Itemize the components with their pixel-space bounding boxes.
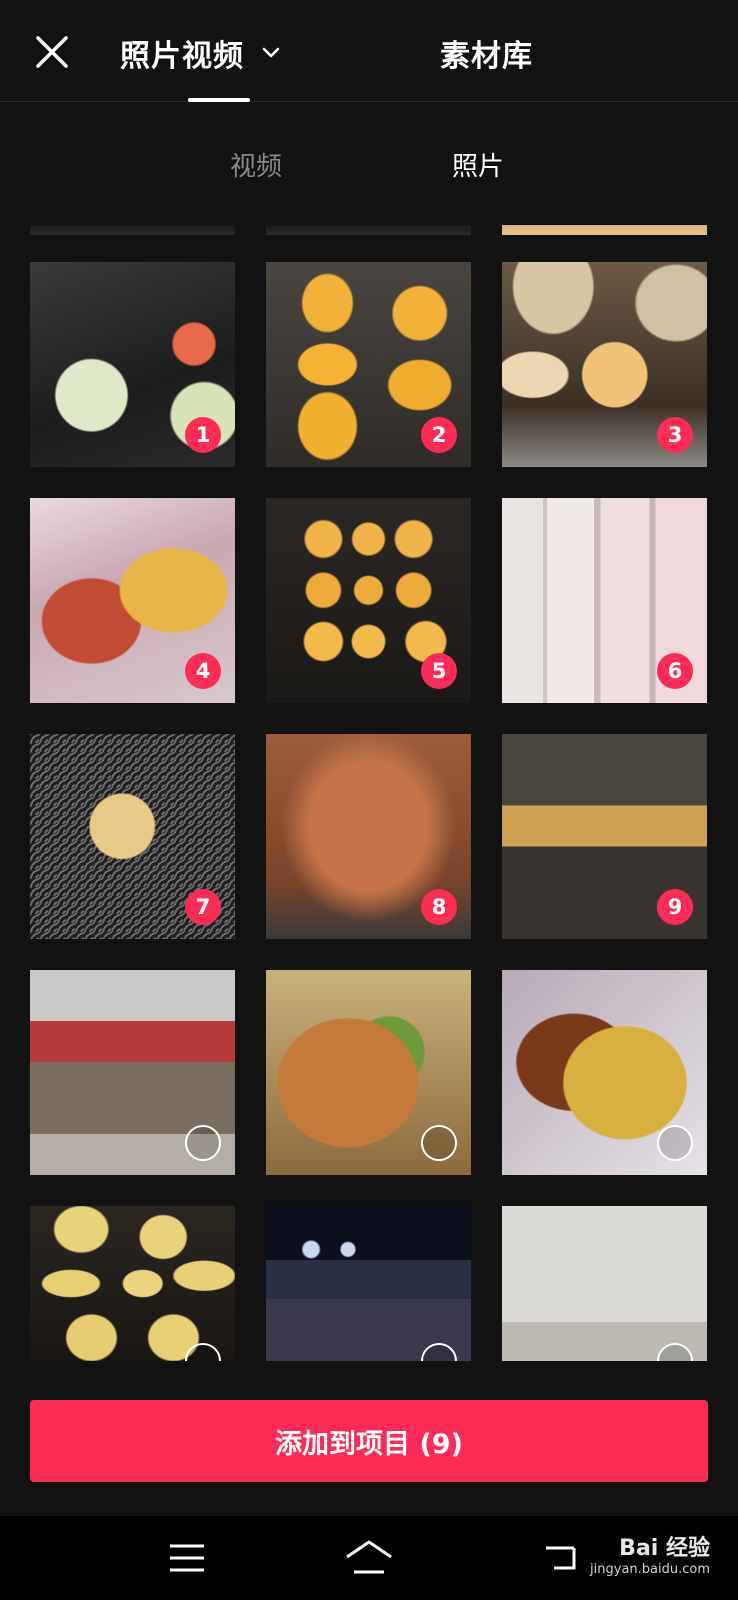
media-thumb[interactable]: 6 (502, 498, 707, 703)
selection-order-badge[interactable]: 8 (421, 889, 457, 925)
add-to-project-button[interactable]: 添加到项目 (9) (30, 1400, 708, 1482)
baidu-watermark: Bai 经验 jingyan.baidu.com (560, 1518, 710, 1588)
active-tab-indicator (188, 98, 250, 102)
selection-order-badge[interactable]: 7 (185, 889, 221, 925)
selection-order-badge[interactable]: 4 (185, 653, 221, 689)
media-thumb[interactable] (30, 970, 235, 1175)
media-thumb[interactable] (30, 1206, 235, 1361)
media-thumb[interactable] (502, 1206, 707, 1361)
selection-order-badge[interactable]: 5 (421, 653, 457, 689)
top-bar: 照片视频 素材库 (0, 0, 738, 102)
media-thumb[interactable] (502, 970, 707, 1175)
thumbnail-image (266, 1206, 471, 1361)
media-thumb-partial (30, 225, 235, 235)
selection-order-badge[interactable]: 9 (657, 889, 693, 925)
media-thumb[interactable]: 8 (266, 734, 471, 939)
close-button[interactable] (30, 30, 74, 74)
media-thumb[interactable]: 3 (502, 262, 707, 467)
selection-order-badge[interactable]: 1 (185, 417, 221, 453)
media-thumb[interactable]: 1 (30, 262, 235, 467)
watermark-url: jingyan.baidu.com (590, 1561, 710, 1577)
media-thumb[interactable] (266, 970, 471, 1175)
selection-order-badge[interactable]: 3 (657, 417, 693, 453)
select-circle[interactable] (421, 1125, 457, 1161)
select-circle[interactable] (657, 1125, 693, 1161)
tab-photos-videos-label: 照片视频 (120, 39, 244, 74)
home-button[interactable] (344, 1536, 394, 1580)
thumbnail-image (30, 1206, 235, 1361)
menu-button[interactable] (162, 1536, 212, 1580)
media-thumb[interactable]: 7 (30, 734, 235, 939)
close-icon (36, 36, 68, 68)
media-thumb-partial (502, 225, 707, 235)
tab-photos-videos[interactable]: 照片视频 (120, 28, 284, 78)
select-circle[interactable] (185, 1125, 221, 1161)
selection-order-badge[interactable]: 6 (657, 653, 693, 689)
media-thumb[interactable] (266, 1206, 471, 1361)
thumbnail-image (502, 1206, 707, 1361)
menu-icon (170, 1544, 204, 1572)
media-thumb[interactable]: 9 (502, 734, 707, 939)
tab-library[interactable]: 素材库 (440, 28, 533, 78)
subtab-photo[interactable]: 照片 (452, 142, 504, 186)
media-thumb[interactable]: 5 (266, 498, 471, 703)
selection-order-badge[interactable]: 2 (421, 417, 457, 453)
home-icon (346, 1540, 392, 1574)
chevron-down-icon (262, 47, 280, 58)
subtab-video[interactable]: 视频 (230, 142, 282, 186)
media-thumb-partial (266, 225, 471, 235)
media-thumb[interactable]: 2 (266, 262, 471, 467)
media-thumb[interactable]: 4 (30, 498, 235, 703)
watermark-brand: Bai 经验 (619, 1535, 710, 1561)
media-grid: 1 2 3 4 5 6 7 8 9 (0, 225, 738, 1380)
